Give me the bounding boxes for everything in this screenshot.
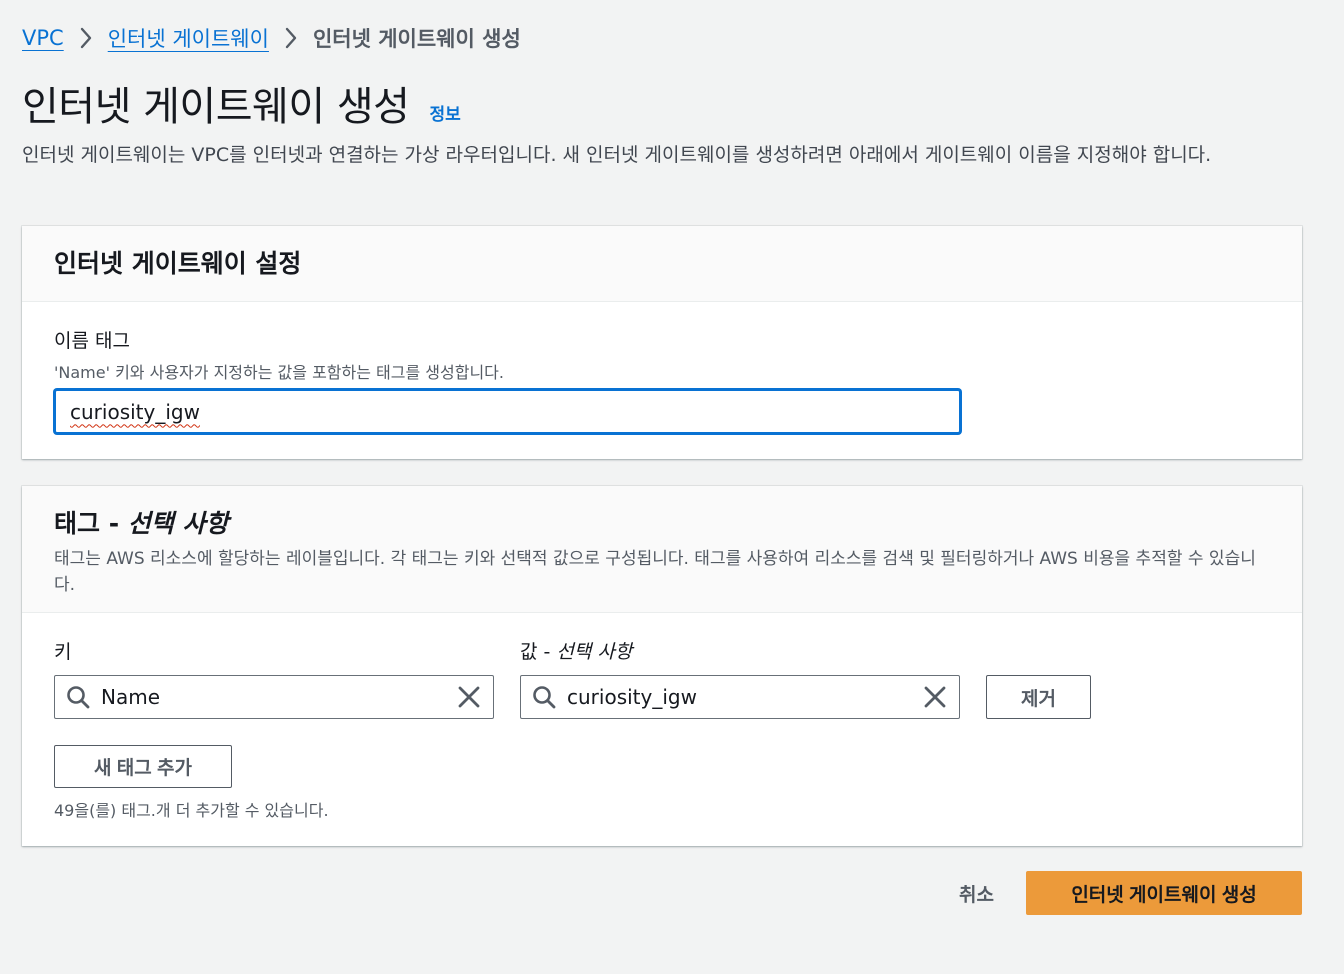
breadcrumb-internet-gateway-link[interactable]: 인터넷 게이트웨이 — [108, 23, 269, 53]
tags-panel: 태그 - 선택 사항 태그는 AWS 리소스에 할당하는 레이블입니다. 각 태… — [22, 486, 1302, 846]
remove-tag-button[interactable]: 제거 — [986, 675, 1091, 719]
tag-value-input[interactable]: curiosity_igw — [520, 675, 960, 719]
tag-value-label-optional: 선택 사항 — [556, 641, 633, 663]
tag-value-value: curiosity_igw — [567, 685, 697, 709]
chevron-right-icon — [275, 27, 307, 49]
chevron-right-icon — [70, 27, 102, 49]
tag-key-label: 키 — [54, 641, 72, 663]
tag-value-label: 값 - 선택 사항 — [520, 637, 632, 664]
cancel-button[interactable]: 취소 — [927, 880, 1026, 907]
page-description: 인터넷 게이트웨이는 VPC를 인터넷과 연결하는 가상 라우터입니다. 새 인… — [22, 144, 1212, 166]
tags-panel-header: 태그 - 선택 사항 태그는 AWS 리소스에 할당하는 레이블입니다. 각 태… — [22, 486, 1302, 613]
tag-value-label-prefix: 값 - — [520, 641, 557, 663]
tags-panel-description: 태그는 AWS 리소스에 할당하는 레이블입니다. 각 태그는 키와 선택적 값… — [54, 549, 1256, 595]
page-title: 인터넷 게이트웨이 생성 — [22, 84, 410, 130]
close-icon[interactable] — [445, 675, 493, 719]
settings-panel-title: 인터넷 게이트웨이 설정 — [54, 249, 302, 278]
tags-panel-title: 태그 - 선택 사항 — [54, 504, 1270, 540]
name-tag-label: 이름 태그 — [54, 330, 130, 352]
name-tag-input[interactable]: curiosity_igw — [54, 389, 961, 434]
create-internet-gateway-button[interactable]: 인터넷 게이트웨이 생성 — [1026, 871, 1302, 915]
name-tag-description: 'Name' 키와 사용자가 지정하는 값을 포함하는 태그를 생성합니다. — [54, 363, 504, 382]
breadcrumb: VPC 인터넷 게이트웨이 인터넷 게이트웨이 생성 — [22, 22, 521, 54]
title-row: 인터넷 게이트웨이 생성 정보 — [22, 74, 461, 132]
tag-key-input[interactable]: Name — [54, 675, 494, 719]
remaining-tags-hint: 49을(를) 태그.개 더 추가할 수 있습니다. — [54, 801, 329, 820]
add-new-tag-button[interactable]: 새 태그 추가 — [54, 745, 232, 788]
tags-panel-title-prefix: 태그 - — [54, 509, 128, 538]
tags-panel-title-optional: 선택 사항 — [127, 509, 229, 538]
name-tag-input-value: curiosity_igw — [70, 399, 200, 424]
search-icon — [55, 675, 101, 719]
close-icon[interactable] — [911, 675, 959, 719]
breadcrumb-current: 인터넷 게이트웨이 생성 — [312, 27, 521, 51]
page: VPC 인터넷 게이트웨이 인터넷 게이트웨이 생성 인터넷 게이트웨이 생성 … — [0, 0, 1344, 974]
breadcrumb-vpc-link[interactable]: VPC — [22, 26, 64, 50]
info-link[interactable]: 정보 — [429, 100, 460, 125]
settings-panel: 인터넷 게이트웨이 설정 이름 태그 'Name' 키와 사용자가 지정하는 값… — [22, 226, 1302, 459]
tag-key-value: Name — [101, 685, 161, 709]
settings-panel-header: 인터넷 게이트웨이 설정 — [22, 226, 1302, 302]
form-actions: 취소 인터넷 게이트웨이 생성 — [927, 871, 1302, 915]
search-icon — [521, 675, 567, 719]
